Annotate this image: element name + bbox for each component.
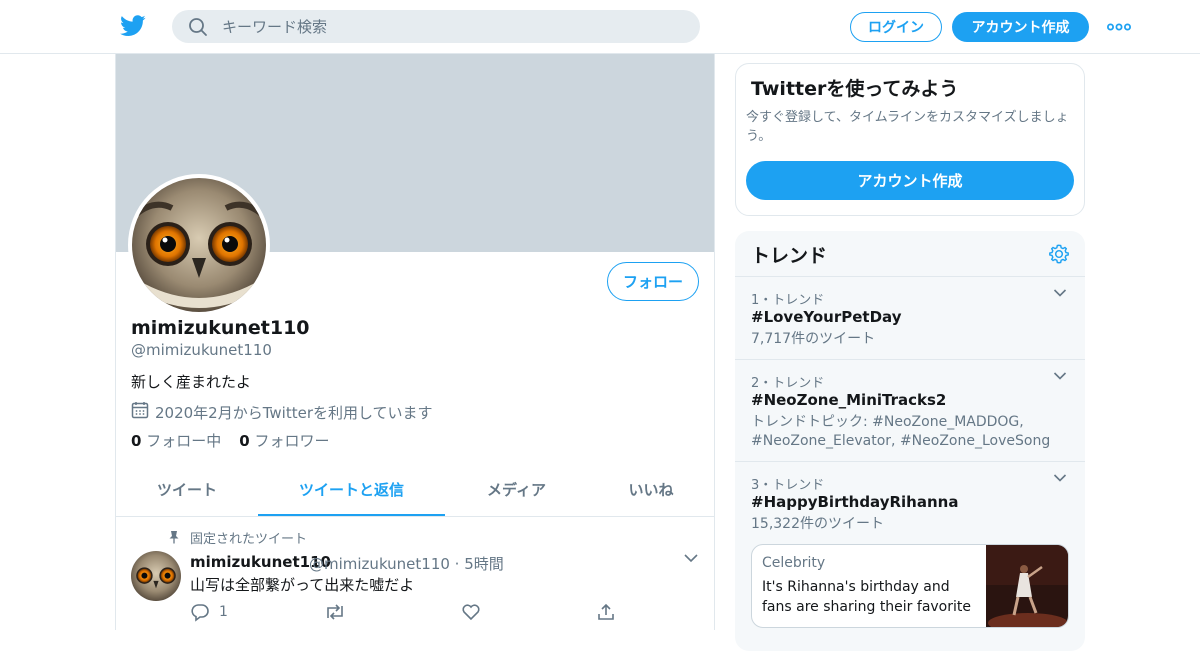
following-link[interactable]: 0 フォロー中 bbox=[131, 432, 221, 450]
search-input[interactable] bbox=[222, 10, 682, 43]
trend-subtext: トレンドトピック: #NeoZone_MADDOG, #NeoZone_Elev… bbox=[751, 414, 1051, 449]
signup-prompt-card: Twitterを使ってみよう 今すぐ登録して、タイムラインをカスタマイズしましょ… bbox=[735, 63, 1085, 216]
owl-avatar-image bbox=[131, 551, 181, 601]
gear-icon[interactable] bbox=[1048, 243, 1070, 265]
tab-likes[interactable]: いいね bbox=[588, 466, 714, 516]
reply-icon[interactable] bbox=[190, 602, 210, 622]
followers-link[interactable]: 0 フォロワー bbox=[239, 432, 329, 450]
trend-rank: 3・トレンド bbox=[751, 478, 825, 493]
trends-header: トレンド bbox=[735, 231, 1085, 277]
signup-card-description: 今すぐ登録して、タイムラインをカスタマイズしましょう。 bbox=[746, 110, 1069, 144]
trend-name: #HappyBirthdayRihanna bbox=[751, 493, 959, 511]
profile-bio: 新しく産まれたよ bbox=[131, 373, 252, 391]
tab-tweets[interactable]: ツイート bbox=[116, 466, 258, 516]
chevron-down-icon[interactable] bbox=[1053, 473, 1067, 483]
login-button[interactable]: ログイン bbox=[850, 12, 942, 42]
tab-tweets-and-replies[interactable]: ツイートと返信 bbox=[258, 466, 445, 516]
twitter-bird-logo-icon[interactable] bbox=[120, 14, 146, 38]
trends-panel: トレンド 1・トレンド #LoveYourPetDay 7,717件のツイート … bbox=[735, 231, 1085, 651]
signup-card-button[interactable]: アカウント作成 bbox=[746, 161, 1074, 200]
share-icon[interactable] bbox=[596, 602, 616, 622]
following-count: 0 bbox=[131, 432, 142, 450]
profile-display-name: mimizukunet110 bbox=[131, 317, 310, 339]
followers-label: フォロワー bbox=[254, 432, 330, 450]
trend-news-card[interactable]: Celebrity It's Rihanna's birthday and fa… bbox=[751, 544, 1069, 628]
follow-button[interactable]: フォロー bbox=[607, 262, 699, 301]
pinned-tweet-text: 固定されたツイート bbox=[190, 532, 308, 547]
news-category: Celebrity bbox=[762, 555, 826, 571]
chevron-down-icon[interactable] bbox=[1053, 371, 1067, 381]
trend-rank: 2・トレンド bbox=[751, 376, 825, 391]
reply-count: 1 bbox=[219, 604, 228, 620]
news-headline: It's Rihanna's birthday and fans are sha… bbox=[762, 579, 971, 628]
profile-handle: @mimizukunet110 bbox=[131, 341, 272, 359]
chevron-down-icon[interactable] bbox=[1053, 288, 1067, 298]
like-heart-icon[interactable] bbox=[461, 602, 481, 622]
calendar-icon bbox=[131, 402, 149, 419]
pin-icon bbox=[169, 531, 179, 544]
trend-rank: 1・トレンド bbox=[751, 293, 825, 308]
signup-button[interactable]: アカウント作成 bbox=[952, 12, 1089, 42]
chevron-down-icon[interactable] bbox=[683, 552, 699, 564]
profile-stats: 0 フォロー中 0 フォロワー bbox=[131, 430, 329, 451]
trend-subtext: 7,717件のツイート bbox=[751, 331, 876, 347]
more-options-icon[interactable] bbox=[1106, 17, 1132, 37]
tweet-author-avatar[interactable] bbox=[131, 551, 181, 601]
following-label: フォロー中 bbox=[146, 432, 222, 450]
tweet-author-meta[interactable]: @mimizukunet110 · 5時間 bbox=[309, 553, 504, 574]
trend-item[interactable]: 2・トレンド #NeoZone_MiniTracks2 トレンドトピック: #N… bbox=[735, 360, 1085, 462]
followers-count: 0 bbox=[239, 432, 250, 450]
top-navigation-bar: ログイン アカウント作成 bbox=[0, 0, 1200, 54]
trend-subtext: 15,322件のツイート bbox=[751, 516, 884, 532]
trend-name: #NeoZone_MiniTracks2 bbox=[751, 391, 947, 409]
tweet-text: 山写は全部繋がって出来た嘘だよ bbox=[190, 576, 415, 594]
search-bar[interactable] bbox=[172, 10, 700, 43]
profile-column: フォロー mimizukunet110 @mimizukunet110 新しく産… bbox=[115, 54, 715, 630]
profile-tabs: ツイート ツイートと返信 メディア いいね bbox=[116, 466, 714, 517]
retweet-icon[interactable] bbox=[324, 602, 346, 622]
news-thumbnail-image bbox=[986, 545, 1068, 627]
join-date-text: 2020年2月からTwitterを利用しています bbox=[155, 404, 433, 422]
tab-media[interactable]: メディア bbox=[445, 466, 588, 516]
owl-avatar-image bbox=[132, 178, 266, 312]
search-icon bbox=[189, 18, 207, 36]
trend-item[interactable]: 1・トレンド #LoveYourPetDay 7,717件のツイート bbox=[735, 277, 1085, 360]
trends-title: トレンド bbox=[751, 245, 828, 267]
signup-card-title: Twitterを使ってみよう bbox=[751, 78, 959, 100]
trend-name: #LoveYourPetDay bbox=[751, 308, 902, 326]
profile-avatar[interactable] bbox=[128, 174, 270, 316]
